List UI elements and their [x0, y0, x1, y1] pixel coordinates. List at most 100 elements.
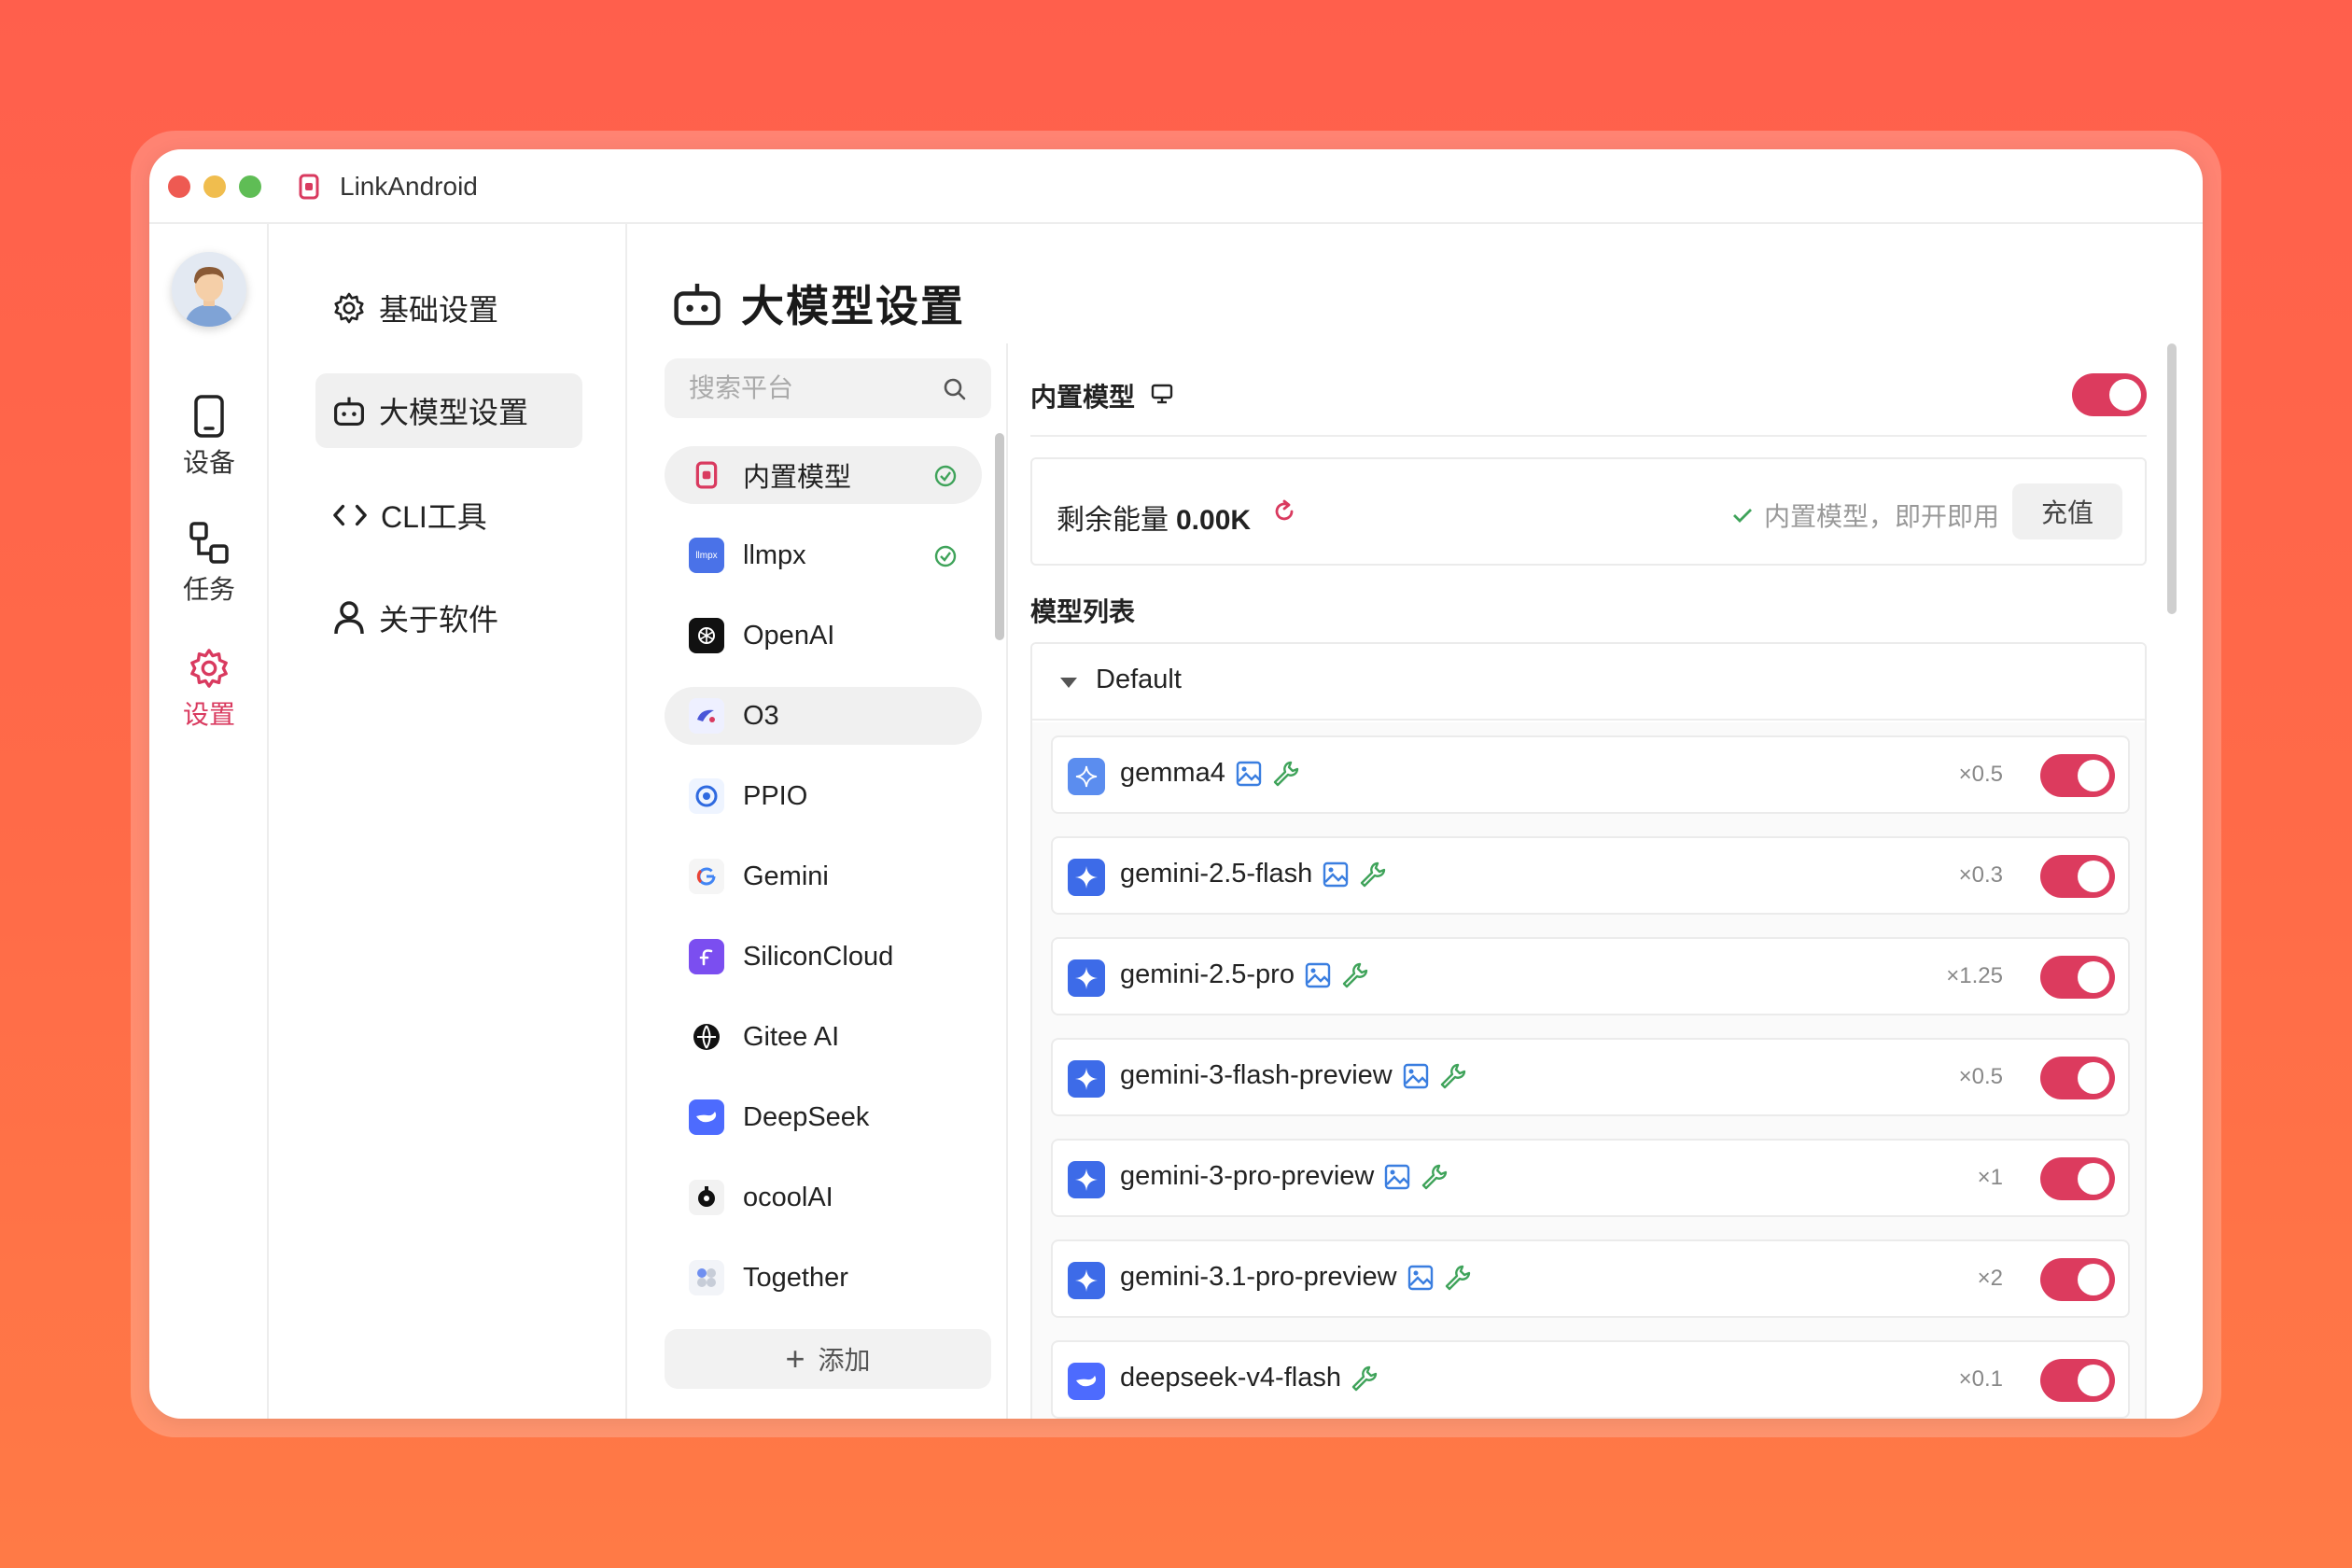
model-panel-scrollbar[interactable] — [2167, 343, 2177, 614]
user-icon — [334, 601, 364, 635]
energy-label: 剩余能量 — [1057, 505, 1169, 536]
model-enable-toggle[interactable] — [2040, 956, 2115, 999]
search-input[interactable] — [689, 373, 941, 403]
provider-item-o3[interactable]: O3 — [665, 687, 982, 745]
menu-item-label: 基础设置 — [379, 293, 499, 327]
maximize-window-button[interactable] — [239, 175, 261, 198]
provider-name: 内置模型 — [743, 463, 852, 493]
provider-item-gemini[interactable]: Gemini — [665, 847, 982, 905]
model-row: gemini-2.5-flash ×0.3 — [1051, 836, 2130, 915]
gear-icon — [190, 649, 228, 688]
refresh-icon[interactable] — [1271, 498, 1297, 525]
model-enable-toggle[interactable] — [2040, 1157, 2115, 1200]
model-multiplier: ×0.5 — [1958, 1064, 2003, 1089]
menu-item-cli-tools[interactable]: CLI工具 — [315, 478, 582, 553]
tool-capability-icon — [1361, 861, 1386, 887]
provider-item-siliconcloud[interactable]: SiliconCloud — [665, 928, 982, 986]
monitor-icon — [1151, 384, 1173, 404]
gemini-logo-icon — [1068, 1161, 1105, 1198]
close-window-button[interactable] — [168, 175, 190, 198]
model-group: Default gemma4 ×0.5 gemini-2.5-flash ×0.… — [1030, 642, 2147, 1419]
provider-list-scrollbar[interactable] — [995, 433, 1004, 640]
model-name: gemini-3-pro-preview — [1120, 1161, 1449, 1192]
model-enable-toggle[interactable] — [2040, 855, 2115, 898]
model-group-name: Default — [1096, 665, 1182, 694]
builtin-note-text: 内置模型，即开即用 — [1763, 502, 1999, 531]
add-provider-button[interactable]: + 添加 — [665, 1329, 991, 1389]
model-enable-toggle[interactable] — [2040, 1258, 2115, 1301]
tool-capability-icon — [1440, 1063, 1465, 1088]
model-row: gemini-3.1-pro-preview ×2 — [1051, 1239, 2130, 1318]
provider-item-ocoolai[interactable]: ocoolAI — [665, 1169, 982, 1226]
model-name: gemma4 — [1120, 758, 1300, 789]
provider-header: 内置模型 — [1030, 358, 2147, 437]
model-row: gemma4 ×0.5 — [1051, 735, 2130, 814]
together-logo-icon — [689, 1260, 724, 1295]
menu-item-label: CLI工具 — [381, 500, 487, 534]
provider-name: OpenAI — [743, 620, 835, 651]
model-enable-toggle[interactable] — [2040, 1057, 2115, 1099]
model-row: gemini-3-flash-preview ×0.5 — [1051, 1038, 2130, 1116]
tool-capability-icon — [1273, 761, 1299, 786]
tool-capability-icon — [1351, 1365, 1378, 1391]
provider-name: SiliconCloud — [743, 941, 894, 972]
energy-text: 剩余能量 0.00K — [1057, 497, 1251, 538]
provider-name: DeepSeek — [743, 1101, 870, 1132]
robot-icon — [674, 283, 721, 326]
model-name: gemini-3.1-pro-preview — [1120, 1262, 1472, 1293]
recharge-button[interactable]: 充值 — [2012, 483, 2122, 539]
gemini-logo-icon — [1068, 1060, 1105, 1098]
provider-item-deepseek[interactable]: DeepSeek — [665, 1088, 982, 1146]
nav-tasks[interactable]: 任务 — [149, 521, 269, 607]
check-icon — [1732, 509, 1752, 523]
model-row: gemini-2.5-pro ×1.25 — [1051, 937, 2130, 1015]
provider-item-builtin[interactable]: 内置模型 — [665, 446, 982, 504]
o3-logo-icon — [689, 698, 724, 734]
provider-item-together[interactable]: Together — [665, 1249, 982, 1307]
provider-item-openai[interactable]: OpenAI — [665, 607, 982, 665]
tool-capability-icon — [1342, 962, 1368, 987]
model-multiplier: ×0.3 — [1958, 862, 2003, 888]
minimize-window-button[interactable] — [203, 175, 226, 198]
nav-settings[interactable]: 设置 — [149, 646, 269, 732]
collapse-arrow-icon — [1060, 678, 1077, 688]
menu-item-basic-settings[interactable]: 基础设置 — [315, 271, 582, 345]
image-capability-icon — [1407, 1265, 1433, 1290]
model-name: gemini-2.5-flash — [1120, 859, 1387, 889]
model-list-label: 模型列表 — [1030, 597, 1136, 626]
deepseek-logo-icon — [1068, 1363, 1105, 1400]
nav-devices[interactable]: 设备 — [149, 394, 269, 480]
provider-name: O3 — [743, 700, 779, 731]
avatar[interactable] — [172, 252, 246, 327]
provider-item-gitee[interactable]: Gitee AI — [665, 1008, 982, 1066]
model-enable-toggle[interactable] — [2040, 1359, 2115, 1402]
add-provider-label: 添加 — [818, 1346, 871, 1375]
gitee-logo-icon — [689, 1019, 724, 1055]
window-title: LinkAndroid — [340, 172, 478, 201]
menu-item-about[interactable]: 关于软件 — [315, 581, 582, 655]
search-box — [665, 358, 991, 418]
model-group-body: gemma4 ×0.5 gemini-2.5-flash ×0.3 gemini — [1032, 722, 2145, 1419]
provider-item-llmpx[interactable]: llmpx llmpx — [665, 526, 982, 584]
flow-icon — [189, 522, 229, 564]
google-logo-icon — [689, 859, 724, 894]
image-capability-icon — [1385, 1164, 1410, 1189]
model-enable-toggle[interactable] — [2040, 754, 2115, 797]
provider-name: Gemini — [743, 861, 829, 891]
gear-icon — [334, 292, 364, 324]
model-group-header[interactable]: Default — [1032, 644, 2145, 721]
builtin-logo-icon — [689, 457, 724, 493]
gemini-logo-icon — [1068, 959, 1105, 997]
model-multiplier: ×2 — [1977, 1266, 2003, 1291]
menu-item-llm-settings[interactable]: 大模型设置 — [315, 373, 582, 448]
provider-name: Gitee AI — [743, 1021, 840, 1052]
provider-enable-toggle[interactable] — [2072, 373, 2147, 416]
icon-sidebar: 设备 任务 设置 — [149, 224, 269, 1419]
nav-settings-label: 设置 — [182, 700, 235, 729]
search-icon[interactable] — [943, 377, 967, 401]
gemini-logo-icon — [1068, 859, 1105, 896]
plus-icon: + — [785, 1339, 805, 1378]
model-multiplier: ×1.25 — [1946, 963, 2003, 988]
menu-item-label: 大模型设置 — [379, 396, 529, 429]
provider-item-ppio[interactable]: PPIO — [665, 767, 982, 825]
